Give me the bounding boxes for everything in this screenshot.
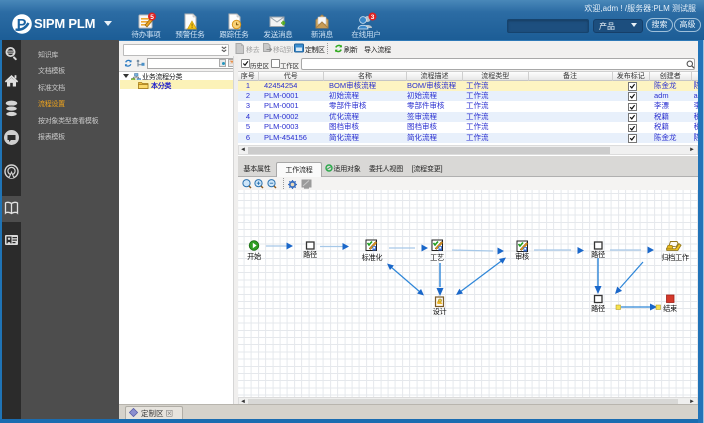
svg-text:路径: 路径 — [591, 250, 605, 259]
svg-text:开始: 开始 — [247, 252, 261, 261]
svg-text:设计: 设计 — [433, 307, 447, 316]
svg-text:5: 5 — [150, 14, 154, 21]
svg-text:审核: 审核 — [515, 252, 529, 261]
svg-text:标准化: 标准化 — [362, 253, 383, 262]
svg-text:路径: 路径 — [303, 250, 317, 259]
svg-text:工艺: 工艺 — [430, 253, 444, 262]
svg-text:P: P — [17, 17, 27, 33]
svg-text:!: ! — [191, 23, 193, 30]
svg-text:结束: 结束 — [663, 304, 677, 313]
svg-text:3: 3 — [371, 14, 375, 21]
svg-text:路径: 路径 — [591, 304, 605, 313]
svg-text:归档工作: 归档工作 — [661, 253, 689, 262]
